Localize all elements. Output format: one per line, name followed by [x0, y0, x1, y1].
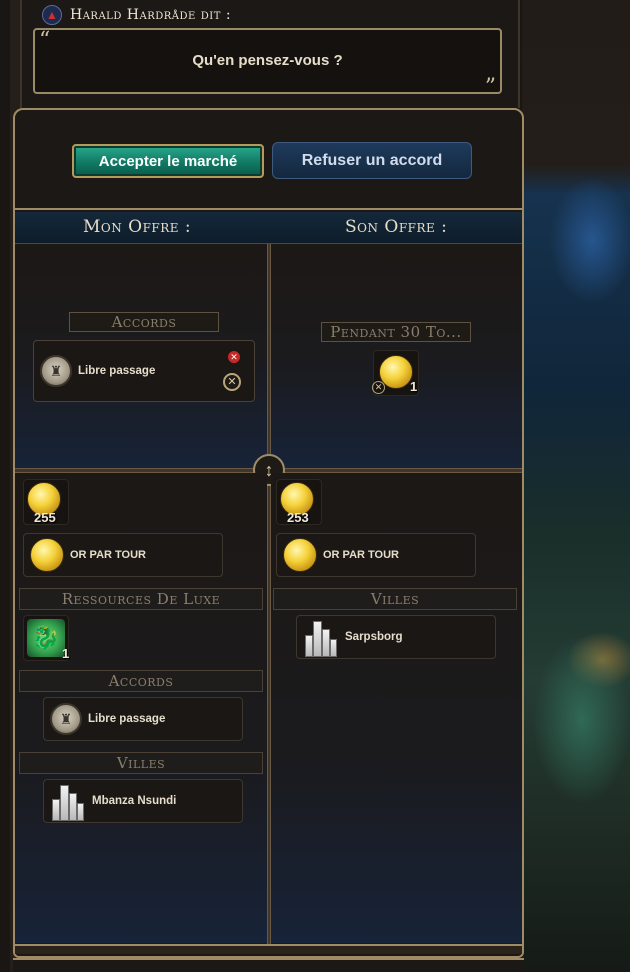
speech-bubble: “ Qu'en pensez-vous ? ”	[33, 28, 502, 100]
their-city-item[interactable]: Sarpsborg	[296, 615, 496, 659]
city-icon	[50, 781, 86, 821]
remove-item-icon[interactable]: ✕	[228, 351, 240, 363]
action-row: Accepter le marché Refuser un accord	[15, 110, 522, 210]
their-offer-gold-amount: 1	[410, 379, 418, 394]
my-gold-per-turn-item[interactable]: OR PAR TOUR	[23, 533, 223, 577]
city-icon	[303, 617, 339, 657]
their-cities-section-title: Villes	[273, 588, 517, 610]
trade-panel: Accepter le marché Refuser un accord Mon…	[13, 108, 524, 958]
my-offer-item[interactable]: ♜ Libre passage ✕ ✕	[33, 340, 255, 402]
panel-bottom-edge	[15, 944, 522, 954]
world-map-background	[522, 0, 630, 972]
luxury-section-title: Ressources De Luxe	[19, 588, 263, 610]
their-gold-slot[interactable]: 253	[276, 479, 322, 525]
jade-dragon-icon: 🐉	[27, 619, 65, 657]
gold-per-turn-icon	[30, 538, 64, 572]
luxury-item-slot[interactable]: 🐉 1	[23, 615, 69, 661]
leader-name-row: ▲ Harald Hardråde dit :	[42, 5, 231, 25]
accept-deal-button[interactable]: Accepter le marché	[72, 144, 264, 178]
civ-emblem-icon: ▲	[42, 5, 62, 25]
my-offer-item-label: Libre passage	[78, 365, 156, 377]
their-offer-title: Son Offre :	[345, 217, 448, 237]
leader-name: Harald Hardråde dit :	[70, 7, 232, 23]
refuse-deal-button[interactable]: Refuser un accord	[272, 142, 472, 179]
city-item[interactable]: Mbanza Nsundi	[43, 779, 243, 823]
their-city-item-label: Sarpsborg	[345, 631, 403, 643]
luxury-item-amount: 1	[62, 646, 70, 661]
their-gold-amount: 253	[287, 510, 309, 525]
bottom-frame	[13, 958, 524, 972]
cancel-item-icon[interactable]: ✕	[372, 381, 385, 394]
gold-per-turn-label: OR PAR TOUR	[323, 549, 399, 561]
agreement-item-label: Libre passage	[88, 713, 166, 725]
their-offer-zone: Pendant 30 To... 1 ✕	[271, 244, 522, 468]
their-inventory-zone: 253 OR PAR TOUR Villes Sarpsborg	[271, 473, 522, 943]
gold-per-turn-icon	[283, 538, 317, 572]
agreement-item[interactable]: ♜ Libre passage	[43, 697, 243, 741]
their-gold-per-turn-item[interactable]: OR PAR TOUR	[276, 533, 476, 577]
offer-headers: Mon Offre : Son Offre :	[15, 212, 522, 244]
my-inventory-zone: 255 OR PAR TOUR Ressources De Luxe 🐉 1 A…	[15, 473, 267, 943]
city-item-label: Mbanza Nsundi	[92, 795, 177, 807]
open-borders-icon: ♜	[50, 703, 82, 735]
cities-section-title: Villes	[19, 752, 263, 774]
my-offer-zone: Accords ♜ Libre passage ✕ ✕	[15, 244, 267, 468]
gold-per-turn-label: OR PAR TOUR	[70, 549, 146, 561]
open-borders-icon: ♜	[40, 355, 72, 387]
my-gold-slot[interactable]: 255	[23, 479, 69, 525]
their-offer-gold-slot[interactable]: 1 ✕	[372, 350, 419, 396]
quote-close-icon: ”	[484, 75, 496, 100]
my-gold-amount: 255	[34, 510, 56, 525]
quote-open-icon: “	[39, 28, 51, 53]
cancel-item-icon[interactable]: ✕	[223, 373, 241, 391]
agreements-section-title: Accords	[19, 670, 263, 692]
speech-text: Qu'en pensez-vous ?	[192, 51, 343, 69]
my-offer-section-title: Accords	[69, 312, 219, 332]
my-offer-title: Mon Offre :	[83, 217, 192, 237]
their-offer-section-title: Pendant 30 To...	[321, 322, 471, 342]
